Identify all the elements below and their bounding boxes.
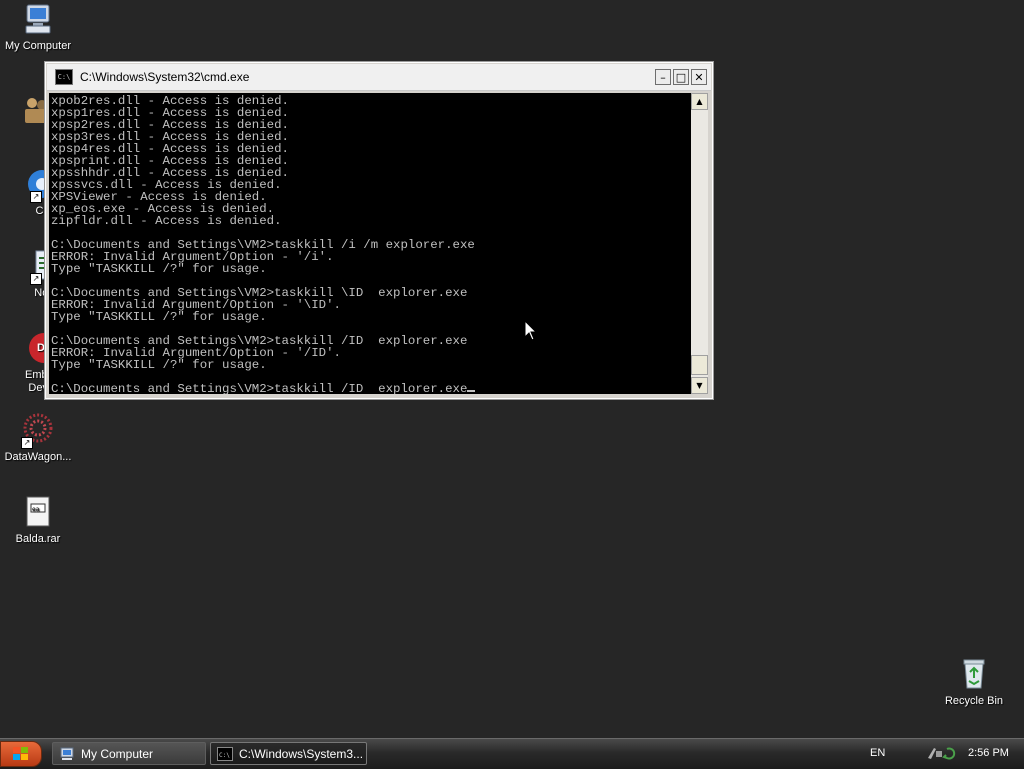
shortcut-arrow-icon: ↗ (21, 437, 33, 449)
mouse-pointer-icon (524, 320, 538, 341)
desktop-icon-recycle-bin[interactable]: Recycle Bin (931, 657, 1017, 708)
window-title: C:\Windows\System32\cmd.exe (80, 70, 250, 84)
system-clock[interactable]: 2:56 PM (968, 747, 1009, 759)
taskbar-button-label: My Computer (81, 746, 154, 761)
scroll-down-button[interactable]: ▼ (691, 377, 708, 394)
console-line: Type "TASKKILL /?" for usage. (51, 358, 267, 372)
minimize-button[interactable]: – (655, 69, 671, 85)
close-button[interactable]: ✕ (691, 69, 707, 85)
desktop-icon-datawagon[interactable]: ↗ DataWagon... (0, 413, 81, 464)
network-tray-icon[interactable] (925, 745, 959, 761)
console-line: zipfldr.dll - Access is denied. (51, 214, 282, 228)
scroll-thumb[interactable] (691, 355, 708, 375)
desktop-icon-label: Balda.rar (15, 533, 61, 545)
console-line: Type "TASKKILL /?" for usage. (51, 262, 267, 276)
computer-icon (21, 2, 55, 36)
computer-icon (60, 747, 74, 760)
cmd-icon: C:\ (55, 69, 73, 85)
start-button[interactable] (0, 741, 42, 767)
scroll-up-button[interactable]: ▲ (691, 93, 708, 110)
taskbar-button-cmd[interactable]: C:\ C:\Windows\System3... (210, 742, 367, 765)
console-text: xpob2res.dll - Access is denied. xpsp1re… (49, 93, 691, 394)
text-cursor (467, 390, 476, 392)
datawagon-icon: ↗ (21, 413, 55, 449)
svg-text:C:\: C:\ (219, 752, 230, 759)
vertical-scrollbar[interactable]: ▲ ▼ (691, 93, 708, 394)
language-indicator[interactable]: EN (870, 747, 885, 759)
shortcut-arrow-icon: ↗ (30, 273, 42, 285)
taskbar: My Computer C:\ C:\Windows\System3... EN… (0, 738, 1024, 769)
recycle-bin-icon (957, 657, 991, 691)
maximize-button[interactable]: □ (673, 69, 689, 85)
window-titlebar[interactable]: C:\ C:\Windows\System32\cmd.exe – □ ✕ (47, 64, 711, 91)
console-line: C:\Documents and Settings\VM2>taskkill /… (51, 382, 468, 394)
svg-text:ea: ea (32, 506, 40, 513)
shortcut-arrow-icon: ↗ (30, 191, 42, 203)
desktop-icon-label: Recycle Bin (944, 695, 1004, 707)
desktop-icon-balda[interactable]: ea Balda.rar (0, 495, 81, 546)
taskbar-button-my-computer[interactable]: My Computer (52, 742, 206, 765)
cmd-window[interactable]: C:\ C:\Windows\System32\cmd.exe – □ ✕ xp… (44, 61, 714, 400)
desktop-icon-label: My Computer (4, 40, 72, 52)
desktop-icon-label: DataWagon... (4, 451, 72, 463)
cmd-icon: C:\ (217, 746, 233, 761)
archive-icon: ea (21, 495, 55, 529)
taskbar-button-label: C:\Windows\System3... (239, 746, 364, 761)
desktop-icon-my-computer[interactable]: My Computer (0, 2, 81, 53)
console-output[interactable]: xpob2res.dll - Access is denied. xpsp1re… (49, 93, 691, 394)
windows-logo-icon (13, 747, 28, 760)
console-line: Type "TASKKILL /?" for usage. (51, 310, 267, 324)
